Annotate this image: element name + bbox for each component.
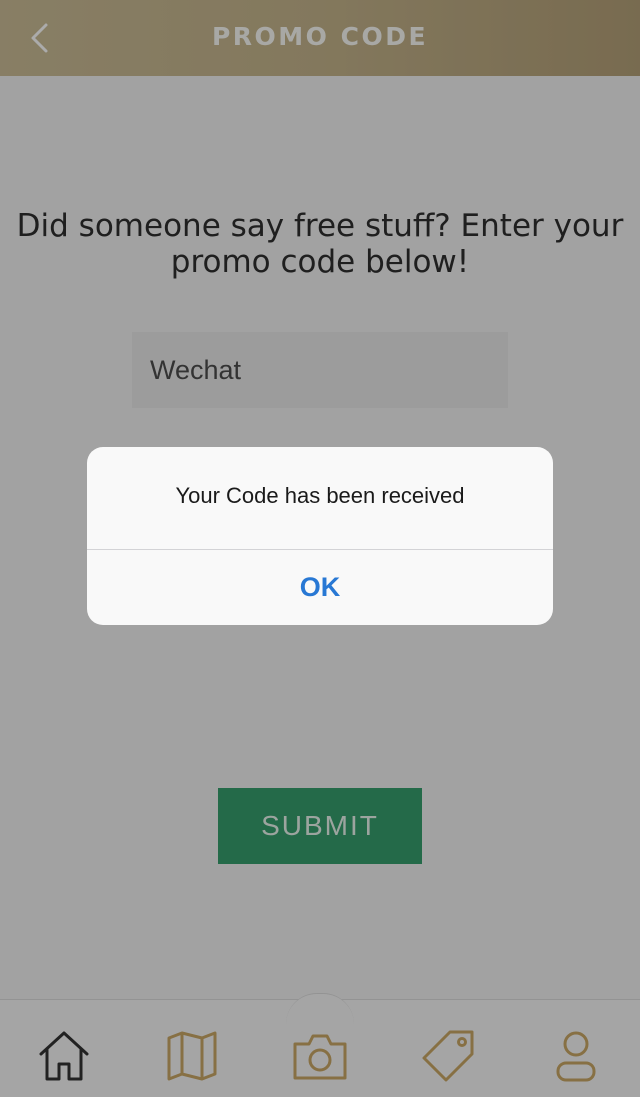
ok-button[interactable]: OK xyxy=(87,550,553,625)
alert-dialog: Your Code has been received OK xyxy=(87,447,553,625)
alert-message: Your Code has been received xyxy=(175,483,465,508)
